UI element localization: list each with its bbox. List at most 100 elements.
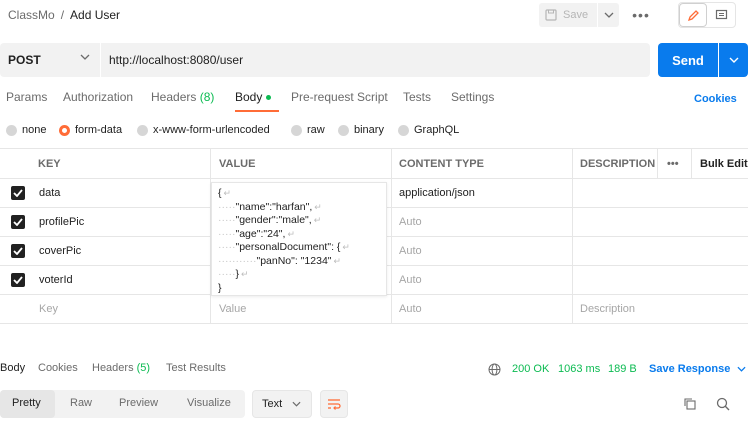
breadcrumb-separator: / xyxy=(60,8,65,22)
response-time[interactable]: 1063 ms xyxy=(558,363,600,375)
tab-params[interactable]: Params xyxy=(6,90,47,104)
row-key[interactable]: data xyxy=(39,187,60,199)
radio-label: binary xyxy=(354,124,384,136)
radio-selected-icon xyxy=(59,124,70,136)
row-checkbox[interactable] xyxy=(11,186,25,200)
json-line: {↵ xyxy=(218,187,380,201)
indent-guide: ····· xyxy=(218,268,236,280)
wrap-lines-button[interactable] xyxy=(320,390,348,418)
cookies-link[interactable]: Cookies xyxy=(694,93,737,105)
radio-label: form-data xyxy=(75,124,123,136)
breadcrumb: ClassMo / Add User xyxy=(8,8,120,22)
tab-tests[interactable]: Tests xyxy=(403,90,431,104)
json-text: } xyxy=(235,268,239,280)
return-icon: ↵ xyxy=(241,269,249,279)
json-line: ···········"panNo": "1234" ↵ xyxy=(218,255,380,269)
send-button[interactable]: Send xyxy=(658,43,718,77)
column-description: DESCRIPTION xyxy=(580,158,656,170)
language-label: Text xyxy=(262,398,283,410)
radio-label: x-www-form-urlencoded xyxy=(153,124,270,136)
row-checkbox[interactable] xyxy=(11,244,25,258)
response-size[interactable]: 189 B xyxy=(608,363,637,375)
save-label: Save xyxy=(563,9,589,21)
new-key-input[interactable]: Key xyxy=(39,303,58,315)
format-pretty[interactable]: Pretty xyxy=(12,397,41,409)
save-response-label: Save Response xyxy=(649,363,731,375)
row-content-type[interactable]: Auto xyxy=(399,274,422,286)
response-tab-headers[interactable]: Headers (5) xyxy=(92,362,150,374)
column-divider xyxy=(391,148,392,324)
copy-icon[interactable] xyxy=(683,397,696,410)
globe-icon[interactable] xyxy=(488,363,501,376)
edit-mode-button[interactable] xyxy=(679,3,707,27)
column-key: KEY xyxy=(38,158,61,170)
row-key[interactable]: coverPic xyxy=(39,245,81,257)
save-icon xyxy=(545,9,557,21)
return-icon: ↵ xyxy=(313,215,322,225)
json-text: "name":"harfan", xyxy=(235,200,313,213)
indent-guide: ····· xyxy=(218,200,236,213)
row-checkbox[interactable] xyxy=(11,273,25,287)
check-icon xyxy=(13,247,23,255)
breadcrumb-request[interactable]: Add User xyxy=(70,8,120,22)
indent-guide: ····· xyxy=(218,214,236,226)
return-icon: ↵ xyxy=(333,255,342,266)
new-content-type-input[interactable]: Auto xyxy=(399,303,422,315)
json-line: ·····"personalDocument": {↵ xyxy=(218,241,380,255)
status-code[interactable]: 200 OK xyxy=(512,363,549,375)
value-editor[interactable]: {↵ ·····"name":"harfan", ↵ ·····"gender":… xyxy=(211,182,387,296)
save-button[interactable]: Save xyxy=(539,3,597,27)
more-actions-button[interactable]: ••• xyxy=(628,6,654,24)
breadcrumb-collection[interactable]: ClassMo xyxy=(8,8,55,22)
search-icon[interactable] xyxy=(716,397,730,411)
response-tab-body[interactable]: Body xyxy=(0,362,25,374)
radio-icon xyxy=(137,124,148,136)
tab-headers[interactable]: Headers (8) xyxy=(151,90,214,104)
row-content-type[interactable]: application/json xyxy=(399,187,475,199)
body-type-none[interactable]: none xyxy=(6,124,46,136)
json-text: } xyxy=(218,281,222,294)
body-type-binary[interactable]: binary xyxy=(338,124,384,136)
language-select[interactable]: Text xyxy=(252,390,312,418)
radio-icon xyxy=(291,124,302,136)
format-raw[interactable]: Raw xyxy=(70,397,92,409)
save-response-button[interactable]: Save Response xyxy=(649,363,746,375)
column-options-button[interactable]: ••• xyxy=(667,158,679,170)
row-key[interactable]: voterId xyxy=(39,274,73,286)
tab-body-label: Body xyxy=(235,90,263,104)
chevron-down-icon xyxy=(292,401,301,407)
column-divider xyxy=(691,148,692,179)
tab-authorization[interactable]: Authorization xyxy=(63,90,133,104)
format-visualize[interactable]: Visualize xyxy=(187,397,231,409)
row-content-type[interactable]: Auto xyxy=(399,245,422,257)
body-type-form-data[interactable]: form-data xyxy=(59,124,122,136)
body-type-graphql[interactable]: GraphQL xyxy=(398,124,459,136)
url-input[interactable]: http://localhost:8080/user xyxy=(101,43,650,77)
column-divider xyxy=(572,148,573,324)
tab-body[interactable]: Body xyxy=(235,90,280,112)
json-text: { xyxy=(218,187,222,199)
body-type-raw[interactable]: raw xyxy=(291,124,325,136)
json-line: ·····} ↵ xyxy=(218,268,380,282)
row-checkbox[interactable] xyxy=(11,215,25,229)
format-preview[interactable]: Preview xyxy=(119,397,158,409)
return-icon: ↵ xyxy=(342,242,350,252)
tab-pre-request-script[interactable]: Pre-request Script xyxy=(291,90,388,104)
return-icon: ↵ xyxy=(314,201,322,212)
tab-settings[interactable]: Settings xyxy=(451,90,494,104)
response-tab-test-results[interactable]: Test Results xyxy=(166,362,226,374)
response-tab-cookies[interactable]: Cookies xyxy=(38,362,78,374)
body-type-urlencoded[interactable]: x-www-form-urlencoded xyxy=(137,124,270,136)
radio-icon xyxy=(6,124,17,136)
new-value-input[interactable]: Value xyxy=(219,303,246,315)
save-dropdown-button[interactable] xyxy=(598,3,619,27)
method-select[interactable]: POST xyxy=(0,43,100,77)
send-dropdown-button[interactable] xyxy=(719,43,748,77)
comment-icon xyxy=(715,9,727,19)
row-content-type[interactable]: Auto xyxy=(399,216,422,228)
view-mode-toggle xyxy=(678,2,736,28)
row-key[interactable]: profilePic xyxy=(39,216,84,228)
bulk-edit-button[interactable]: Bulk Edit xyxy=(700,158,748,170)
documentation-mode-button[interactable] xyxy=(707,3,735,27)
new-description-input[interactable]: Description xyxy=(580,303,635,315)
